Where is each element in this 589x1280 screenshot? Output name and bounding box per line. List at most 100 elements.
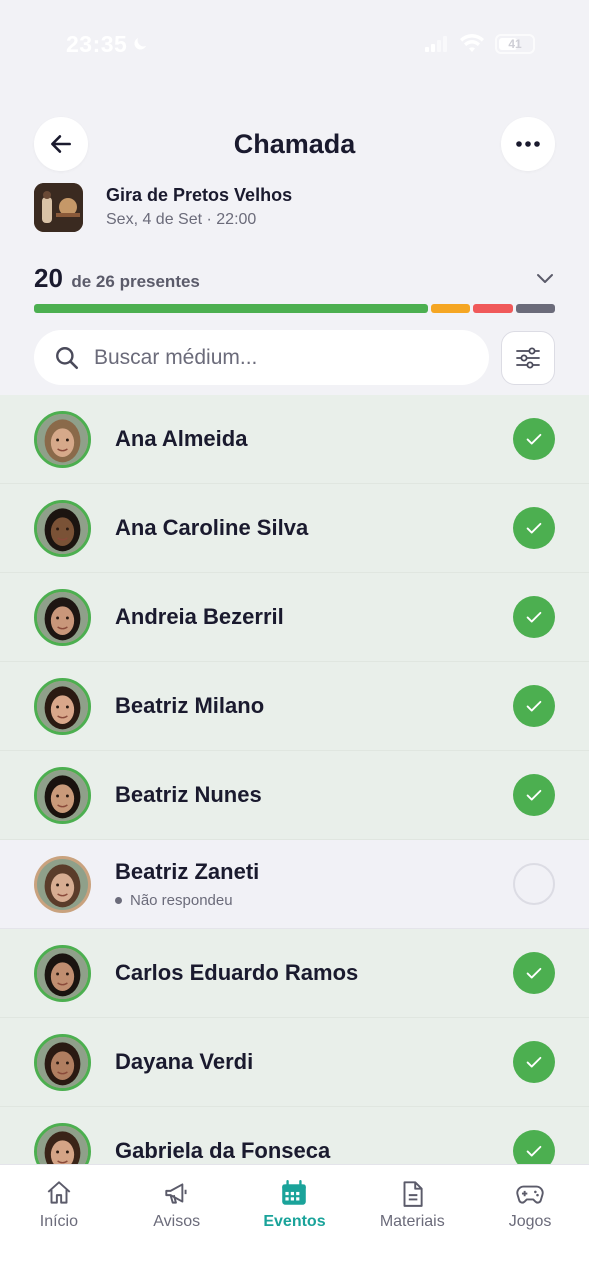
present-checkbox[interactable] (513, 685, 555, 727)
calendar-icon (282, 1180, 307, 1205)
clock-text: 23:35 (66, 30, 128, 57)
avatar-photo-icon (37, 947, 88, 999)
member-info: Dayana Verdi (115, 1049, 513, 1075)
arrow-left-icon (51, 135, 71, 153)
avatar (34, 1033, 91, 1091)
member-row[interactable]: Beatriz Nunes (0, 751, 589, 840)
present-checkbox[interactable] (513, 1041, 555, 1083)
progress-segment-no-response (515, 304, 556, 313)
avatar (34, 410, 91, 468)
status-time: 23:35 (66, 31, 149, 58)
member-name: Beatriz Zaneti (115, 859, 260, 884)
tab-inicio[interactable]: Início (4, 1179, 114, 1280)
wifi-icon (460, 34, 484, 52)
chevron-down-icon[interactable] (535, 271, 555, 285)
present-count: 20 (34, 262, 63, 293)
tab-jogos[interactable]: Jogos (475, 1179, 585, 1280)
present-checkbox[interactable] (513, 1130, 555, 1165)
megaphone-icon (165, 1183, 187, 1204)
member-row[interactable]: Beatriz Milano (0, 662, 589, 751)
event-info: Gira de Pretos Velhos Sex, 4 de Set · 22… (34, 182, 555, 232)
search-row (34, 330, 555, 385)
battery-icon: 41 (495, 34, 535, 54)
sliders-icon (516, 347, 540, 368)
avatar-photo-icon (37, 680, 88, 732)
status-icons: 41 (425, 34, 535, 54)
tab-avisos[interactable]: Avisos (122, 1179, 232, 1280)
more-horizontal-icon (516, 141, 540, 147)
avatar-photo-icon (37, 858, 88, 910)
member-row[interactable]: Gabriela da Fonseca (0, 1107, 589, 1165)
present-checkbox[interactable] (513, 774, 555, 816)
tab-label: Eventos (263, 1213, 326, 1230)
present-checkbox[interactable] (513, 507, 555, 549)
search-box[interactable] (34, 330, 489, 385)
back-button[interactable] (34, 117, 88, 171)
checkmark-icon (526, 967, 542, 979)
tab-label: Materiais (379, 1213, 445, 1230)
member-name: Beatriz Nunes (115, 782, 262, 807)
status-bar: 23:35 41 (0, 28, 589, 60)
event-date: Sex, 4 de Set · 22:00 (106, 211, 257, 228)
attendance-summary[interactable]: 20 de 26 presentes (34, 262, 555, 294)
attendance-progress-bar (34, 304, 556, 313)
member-row[interactable]: Beatriz Zaneti Não respondeu (0, 840, 589, 929)
tab-materiais[interactable]: Materiais (357, 1179, 467, 1280)
member-info: Ana Almeida (115, 426, 513, 452)
battery-level: 41 (508, 37, 522, 51)
search-icon (56, 346, 79, 369)
member-row[interactable]: Ana Almeida (0, 395, 589, 484)
member-name: Dayana Verdi (115, 1049, 254, 1074)
member-info: Carlos Eduardo Ramos (115, 960, 513, 986)
header: Chamada (34, 117, 555, 171)
member-row[interactable]: Andreia Bezerril (0, 573, 589, 662)
more-options-button[interactable] (500, 117, 555, 171)
present-checkbox[interactable] (513, 952, 555, 994)
attendance-checkbox[interactable] (513, 863, 555, 905)
document-icon (403, 1181, 423, 1207)
avatar-photo-icon (37, 769, 88, 821)
home-icon (47, 1181, 71, 1204)
progress-segment-present (34, 304, 428, 313)
checkmark-icon (526, 700, 542, 712)
attendance-count: 20 de 26 presentes (34, 263, 200, 294)
checkmark-icon (526, 1056, 542, 1068)
gamepad-icon (516, 1185, 544, 1204)
event-thumbnail (34, 182, 83, 232)
member-name: Ana Almeida (115, 426, 248, 451)
avatar-photo-icon (37, 591, 88, 643)
filter-button[interactable] (501, 330, 555, 385)
progress-segment-absent (473, 304, 513, 313)
avatar (34, 677, 91, 735)
tab-label: Avisos (153, 1213, 201, 1230)
present-label: de 26 presentes (71, 271, 200, 291)
event-name: Gira de Pretos Velhos (106, 185, 293, 205)
member-name: Ana Caroline Silva (115, 515, 309, 540)
member-name: Gabriela da Fonseca (115, 1138, 331, 1163)
present-checkbox[interactable] (513, 418, 555, 460)
signal-icon (425, 36, 447, 52)
event-photo-icon (34, 182, 83, 232)
avatar (34, 766, 91, 824)
member-info: Andreia Bezerril (115, 604, 513, 630)
member-row[interactable]: Dayana Verdi (0, 1018, 589, 1107)
member-status-text: Não respondeu (130, 892, 233, 909)
member-row[interactable]: Carlos Eduardo Ramos (0, 929, 589, 1018)
checkmark-icon (526, 789, 542, 801)
progress-segment-late (430, 304, 471, 313)
avatar (34, 588, 91, 646)
tab-eventos[interactable]: Eventos (239, 1179, 349, 1280)
checkmark-icon (526, 1145, 542, 1157)
checkmark-icon (526, 522, 542, 534)
present-checkbox[interactable] (513, 596, 555, 638)
avatar-photo-icon (37, 1125, 88, 1165)
avatar (34, 1122, 91, 1165)
member-name: Beatriz Milano (115, 693, 265, 718)
status-dot-icon (115, 897, 122, 904)
avatar-photo-icon (37, 413, 88, 465)
tab-label: Jogos (508, 1213, 552, 1230)
search-input[interactable] (94, 345, 469, 370)
member-row[interactable]: Ana Caroline Silva (0, 484, 589, 573)
member-info: Beatriz Zaneti Não respondeu (115, 859, 513, 909)
checkmark-icon (526, 433, 542, 445)
